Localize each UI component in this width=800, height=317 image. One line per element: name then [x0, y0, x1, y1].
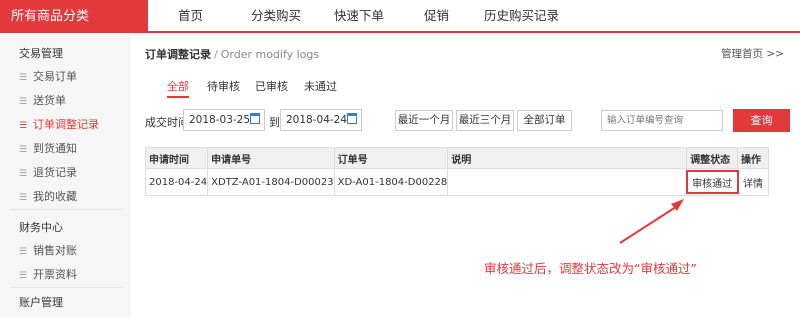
order-search-input[interactable]: 输入订单编号查询	[601, 110, 723, 131]
tab-rejected[interactable]: 未通过	[304, 78, 337, 98]
sidebar-item-label: 销售对账	[33, 244, 77, 257]
nav-home[interactable]: 首页	[178, 0, 203, 31]
sidebar-item-label: 我的收藏	[33, 190, 77, 203]
sidebar-item-orders[interactable]: ☰ 交易订单	[19, 68, 77, 84]
nav-promotion[interactable]: 促销	[424, 0, 449, 31]
sidebar-item-returns[interactable]: ☰ 退货记录	[19, 164, 77, 180]
sidebar-item-delivery[interactable]: ☰ 送货单	[19, 92, 66, 108]
sidebar: 交易管理 ☰ 交易订单 ☰ 送货单 ☰ 订单调整记录 ☰ 到货通知 ☰ 退货记录 ☰ 我的收…	[0, 35, 131, 317]
breadcrumb-separator: /	[214, 48, 218, 61]
date-range-to-label: 到	[269, 116, 280, 129]
sidebar-divider	[10, 209, 122, 210]
list-icon: ☰	[19, 145, 28, 155]
cell-order-no: XD-A01-1804-D00228	[333, 168, 449, 196]
nav-purchase-history[interactable]: 历史购买记录	[484, 0, 559, 31]
end-date-value: 2018-04-24	[286, 114, 348, 126]
table-header-row: 申请时间 申请单号 订单号 说明 调整状态 操作	[144, 147, 769, 169]
list-icon: ☰	[19, 247, 28, 257]
modify-log-table: 申请时间 申请单号 订单号 说明 调整状态 操作 2018-04-24 XDTZ…	[144, 147, 769, 196]
page-title: 订单调整记录	[145, 48, 211, 61]
table-row: 2018-04-24 XDTZ-A01-1804-D00023 XD-A01-1…	[144, 168, 769, 196]
tab-approved[interactable]: 已审核	[255, 78, 288, 98]
start-date-input[interactable]: 2018-03-25	[183, 109, 265, 131]
sidebar-group-trade: 交易管理	[19, 47, 63, 60]
sidebar-item-label: 交易订单	[33, 70, 77, 83]
sidebar-group-account: 账户管理	[19, 296, 63, 309]
list-icon: ☰	[19, 193, 28, 203]
tab-all[interactable]: 全部	[167, 78, 189, 98]
annotation-text: 审核通过后，调整状态改为“审核通过”	[484, 261, 697, 276]
list-icon: ☰	[19, 271, 28, 281]
header-order-no: 订单号	[333, 147, 449, 169]
search-button[interactable]: 查询	[733, 109, 790, 132]
cell-apply-time: 2018-04-24	[144, 168, 209, 196]
sidebar-item-invoice-info[interactable]: ☰ 开票资料	[19, 266, 77, 282]
calendar-icon[interactable]	[250, 113, 260, 124]
breadcrumb: 订单调整记录 / Order modify logs	[145, 46, 319, 62]
nav-category-buy[interactable]: 分类购买	[251, 0, 301, 31]
last-month-button[interactable]: 最近一个月	[395, 110, 453, 131]
sidebar-item-label: 送货单	[33, 94, 66, 107]
all-orders-button[interactable]: 全部订单	[517, 110, 572, 131]
cell-note	[447, 168, 688, 196]
header-apply-no: 申请单号	[207, 147, 335, 169]
header-action: 操作	[737, 147, 769, 169]
list-icon: ☰	[19, 97, 28, 107]
sidebar-divider	[10, 287, 122, 288]
sidebar-group-finance: 财务中心	[19, 221, 63, 234]
sidebar-item-sales-reconciliation[interactable]: ☰ 销售对账	[19, 242, 77, 258]
nav-quick-order[interactable]: 快速下单	[334, 0, 384, 31]
sidebar-item-order-modify-logs[interactable]: ☰ 订单调整记录	[19, 116, 99, 132]
end-date-input[interactable]: 2018-04-24	[280, 109, 362, 131]
cell-apply-no: XDTZ-A01-1804-D00023	[207, 168, 335, 196]
sidebar-item-arrival-notice[interactable]: ☰ 到货通知	[19, 140, 77, 156]
status-highlight-box	[686, 170, 739, 194]
list-icon: ☰	[19, 121, 28, 131]
top-nav: 所有商品分类 首页 分类购买 快速下单 促销 历史购买记录	[0, 0, 800, 33]
last-three-months-button[interactable]: 最近三个月	[456, 110, 514, 131]
status-tabs: 全部 待审核 已审核 未通过	[145, 74, 790, 98]
page-subtitle: Order modify logs	[220, 48, 320, 61]
header-status: 调整状态	[686, 147, 739, 169]
header-apply-time: 申请时间	[144, 147, 209, 169]
sidebar-item-label: 到货通知	[33, 142, 77, 155]
sidebar-item-label: 订单调整记录	[33, 118, 99, 131]
start-date-value: 2018-03-25	[189, 114, 251, 126]
list-icon: ☰	[19, 73, 28, 83]
tab-pending[interactable]: 待审核	[207, 78, 240, 98]
header-note: 说明	[447, 147, 688, 169]
sidebar-item-label: 退货记录	[33, 166, 77, 179]
detail-link[interactable]: 详情	[737, 168, 769, 196]
calendar-icon[interactable]	[347, 113, 357, 124]
sidebar-item-favorites[interactable]: ☰ 我的收藏	[19, 188, 77, 204]
all-categories-button[interactable]: 所有商品分类	[0, 0, 148, 33]
manage-home-link[interactable]: 管理首页 >>	[721, 46, 784, 61]
list-icon: ☰	[19, 169, 28, 179]
sidebar-item-label: 开票资料	[33, 268, 77, 281]
